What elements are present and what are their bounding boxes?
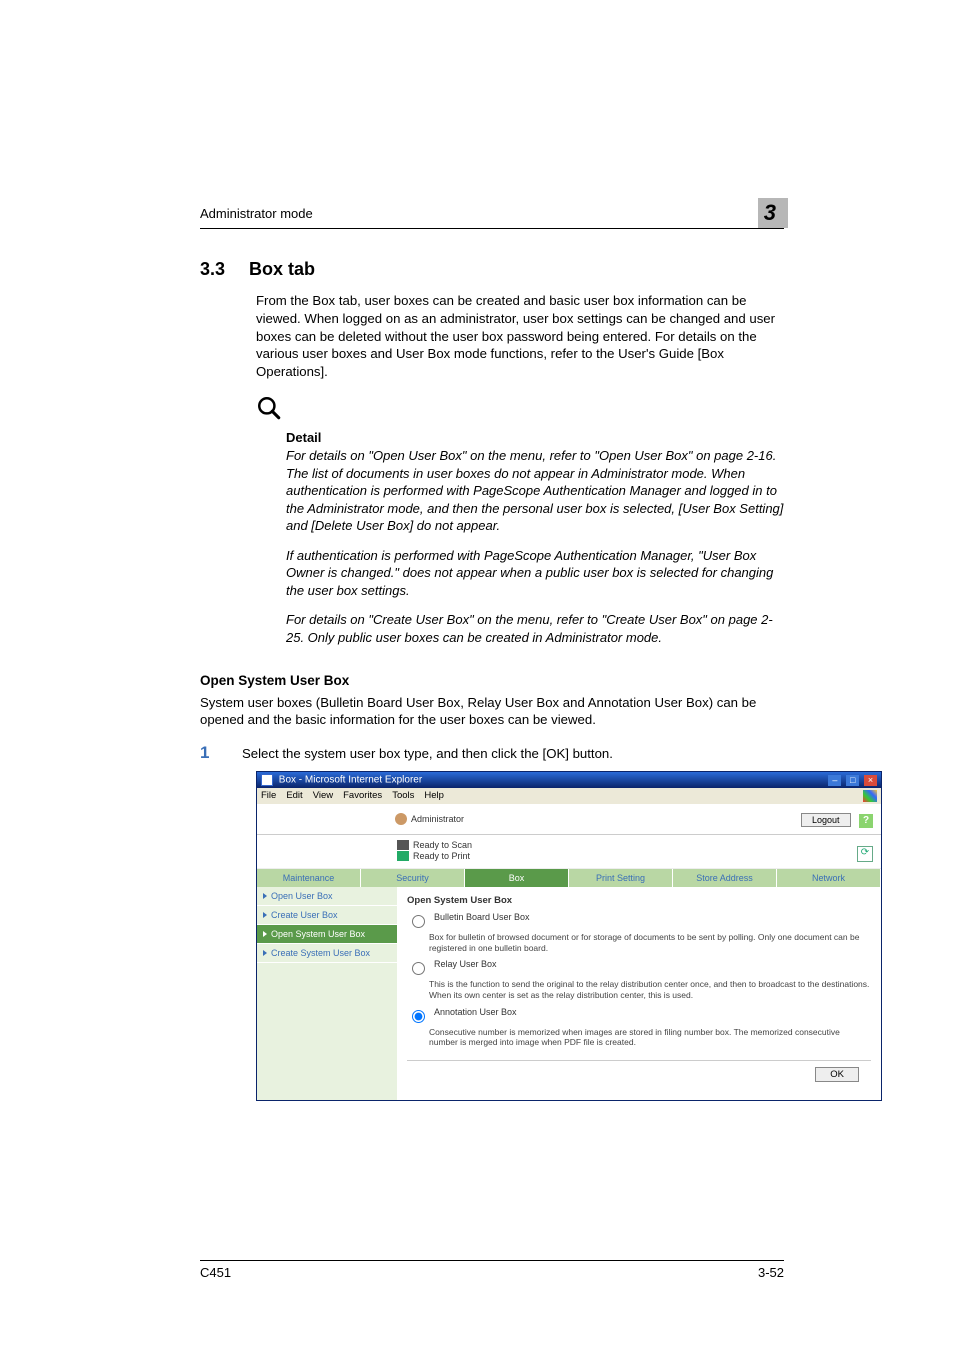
window-buttons: – □ × xyxy=(826,775,877,786)
tab-box[interactable]: Box xyxy=(465,869,569,887)
ie-menubar: File Edit View Favorites Tools Help xyxy=(257,788,881,804)
option-annotation-desc: Consecutive number is memorized when ima… xyxy=(429,1027,871,1048)
status-print: Ready to Print xyxy=(413,851,470,861)
option-relay-desc: This is the function to send the origina… xyxy=(429,979,871,1000)
screenshot-window: Box - Microsoft Internet Explorer – □ × … xyxy=(256,771,882,1101)
sidebar-item-open-user-box[interactable]: Open User Box xyxy=(257,887,397,906)
ok-button[interactable]: OK xyxy=(815,1067,859,1082)
scanner-icon xyxy=(397,840,409,850)
radio-bulletin[interactable] xyxy=(412,915,425,928)
detail-para-3: For details on "Create User Box" on the … xyxy=(286,611,784,646)
step-row: 1 Select the system user box type, and t… xyxy=(200,743,784,763)
detail-label: Detail xyxy=(286,430,784,445)
subsection-text: System user boxes (Bulletin Board User B… xyxy=(200,694,784,730)
tab-bar: Maintenance Security Box Print Setting S… xyxy=(257,869,881,887)
step-number: 1 xyxy=(200,743,220,763)
option-bulletin-desc: Box for bulletin of browsed document or … xyxy=(429,932,871,953)
menu-favorites[interactable]: Favorites xyxy=(343,790,382,802)
sidebar: Open User Box Create User Box Open Syste… xyxy=(257,887,397,1100)
panel: Open System User Box Bulletin Board User… xyxy=(397,887,881,1100)
menu-tools[interactable]: Tools xyxy=(392,790,414,802)
minimize-icon[interactable]: – xyxy=(828,775,841,786)
section-title: Box tab xyxy=(249,259,315,280)
option-bulletin[interactable]: Bulletin Board User Box xyxy=(407,912,871,928)
ie-flag-icon xyxy=(863,790,877,802)
option-annotation-label: Annotation User Box xyxy=(434,1007,517,1017)
status-strip: Ready to Scan Ready to Print ⟳ xyxy=(257,835,881,869)
status-scan: Ready to Scan xyxy=(413,840,472,850)
printer-icon xyxy=(397,851,409,861)
ie-titlebar: Box - Microsoft Internet Explorer – □ × xyxy=(257,772,881,788)
tab-network[interactable]: Network xyxy=(777,869,881,887)
help-icon[interactable]: ? xyxy=(859,814,873,828)
detail-para-1: For details on "Open User Box" on the me… xyxy=(286,447,784,535)
chapter-number: 3 xyxy=(764,200,784,225)
maximize-icon[interactable]: □ xyxy=(846,775,859,786)
logout-button[interactable]: Logout xyxy=(801,813,851,827)
option-annotation[interactable]: Annotation User Box xyxy=(407,1007,871,1023)
section-heading: 3.3 Box tab xyxy=(200,259,784,280)
admin-label: Administrator xyxy=(411,814,464,824)
chevron-right-icon xyxy=(263,931,267,937)
chevron-right-icon xyxy=(263,950,267,956)
page-footer: C451 3-52 xyxy=(200,1260,784,1280)
magnifier-icon xyxy=(256,395,282,426)
close-icon[interactable]: × xyxy=(864,775,877,786)
section-number: 3.3 xyxy=(200,259,225,280)
radio-annotation[interactable] xyxy=(412,1010,425,1023)
chevron-right-icon xyxy=(263,893,267,899)
footer-page: 3-52 xyxy=(758,1265,784,1280)
radio-relay[interactable] xyxy=(412,962,425,975)
menu-file[interactable]: File xyxy=(261,790,276,802)
tab-print-setting[interactable]: Print Setting xyxy=(569,869,673,887)
tab-store-address[interactable]: Store Address xyxy=(673,869,777,887)
sidebar-item-create-user-box[interactable]: Create User Box xyxy=(257,906,397,925)
sidebar-item-open-system-user-box[interactable]: Open System User Box xyxy=(257,925,397,944)
menu-view[interactable]: View xyxy=(313,790,333,802)
option-bulletin-label: Bulletin Board User Box xyxy=(434,912,530,922)
refresh-icon[interactable]: ⟳ xyxy=(857,846,873,862)
chapter-badge: 3 xyxy=(764,200,784,226)
top-strip: Administrator Logout ? xyxy=(257,804,881,835)
sidebar-item-create-system-user-box[interactable]: Create System User Box xyxy=(257,944,397,963)
chevron-right-icon xyxy=(263,912,267,918)
footer-model: C451 xyxy=(200,1265,231,1280)
running-title: Administrator mode xyxy=(200,206,313,221)
detail-para-2: If authentication is performed with Page… xyxy=(286,547,784,600)
menu-edit[interactable]: Edit xyxy=(286,790,302,802)
running-header: Administrator mode 3 xyxy=(200,200,784,229)
option-relay[interactable]: Relay User Box xyxy=(407,959,871,975)
detail-block: Detail For details on "Open User Box" on… xyxy=(256,395,784,646)
subsection-title: Open System User Box xyxy=(200,673,784,688)
step-text: Select the system user box type, and the… xyxy=(242,743,613,763)
ie-title-text: Box - Microsoft Internet Explorer xyxy=(261,774,422,786)
option-relay-label: Relay User Box xyxy=(434,959,497,969)
tab-security[interactable]: Security xyxy=(361,869,465,887)
admin-icon xyxy=(395,813,407,825)
page-icon xyxy=(261,774,273,786)
tab-maintenance[interactable]: Maintenance xyxy=(257,869,361,887)
section-intro: From the Box tab, user boxes can be crea… xyxy=(256,292,784,381)
menu-help[interactable]: Help xyxy=(424,790,444,802)
panel-title: Open System User Box xyxy=(407,895,871,906)
